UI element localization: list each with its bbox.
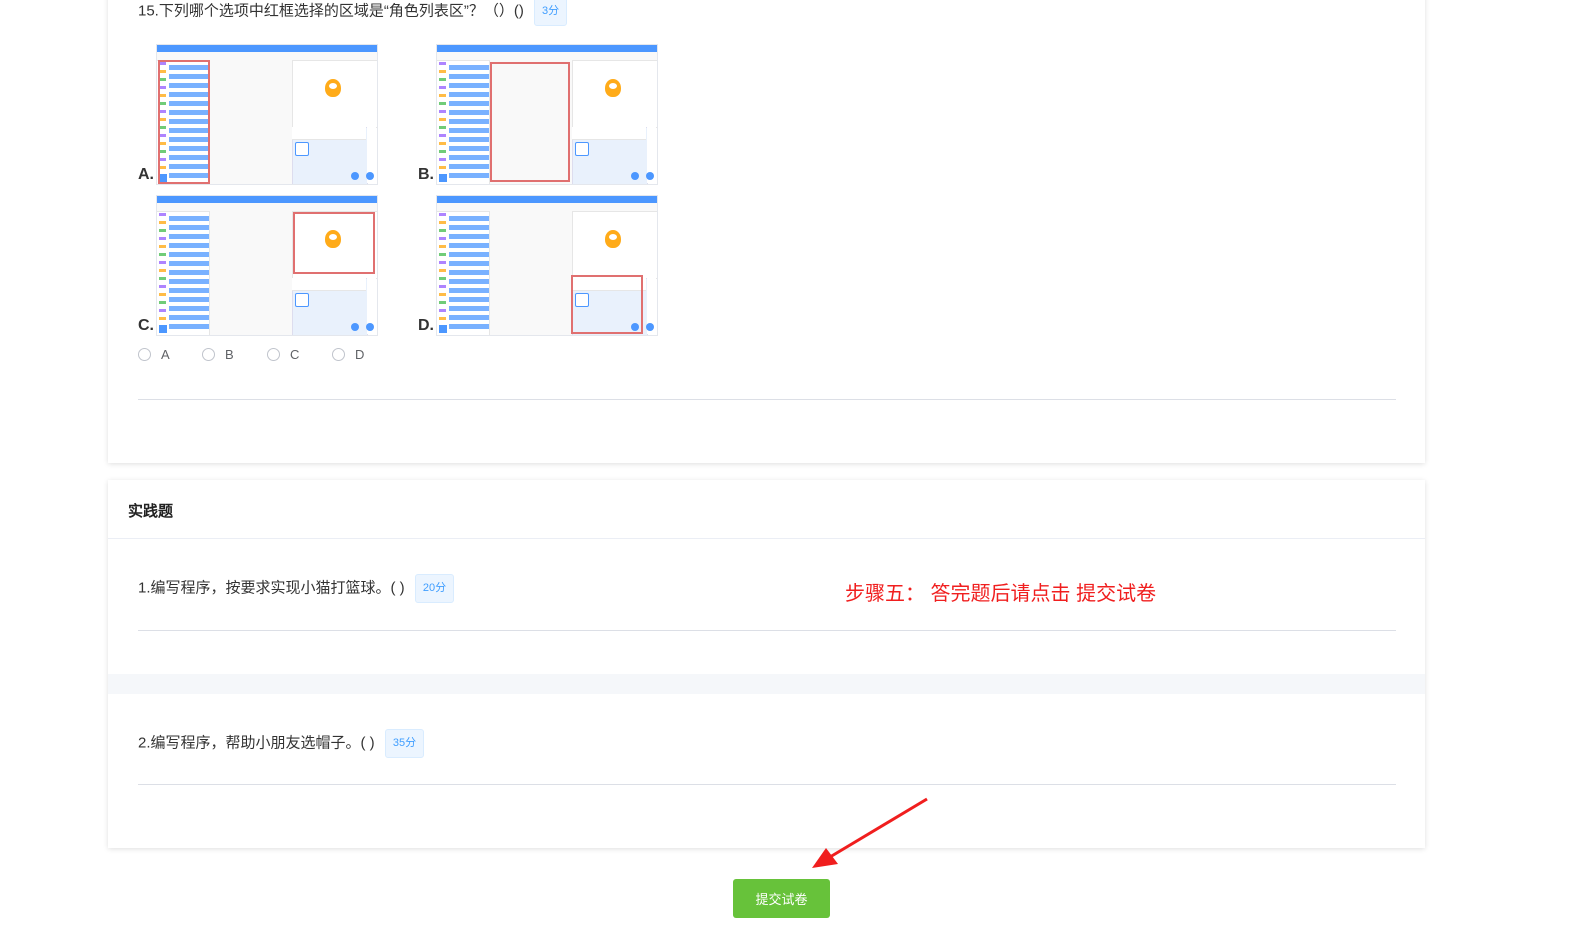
radio-option-d[interactable]: D — [332, 346, 364, 362]
option-a-label: A. — [138, 166, 154, 183]
score-badge: 3分 — [534, 0, 568, 26]
score-badge: 20分 — [414, 574, 455, 603]
divider — [138, 399, 1396, 400]
radio-option-a[interactable]: A — [138, 346, 170, 362]
option-d-label: D. — [418, 317, 434, 334]
radio-circle[interactable] — [332, 347, 345, 361]
radio-option-b[interactable]: B — [202, 346, 234, 362]
radio-circle[interactable] — [267, 347, 280, 361]
option-b-label: B. — [418, 166, 434, 183]
practice-question-1: 1.编写程序，按要求实现小猫打篮球。( ) 20分 — [138, 574, 455, 603]
section-title: 实践题 — [128, 503, 174, 520]
radio-circle[interactable] — [202, 347, 215, 361]
score-badge: 35分 — [384, 729, 425, 758]
practice-question-2: 2.编写程序，帮助小朋友选帽子。( ) 35分 — [138, 729, 425, 758]
option-c-image — [156, 195, 378, 336]
practice-section-card: 实践题 1.编写程序，按要求实现小猫打篮球。( ) 20分 2.编写程序，帮助小… — [108, 480, 1425, 848]
divider — [138, 630, 1396, 631]
question-15-title: 15.下列哪个选项中红框选择的区域是“角色列表区”？（）() 3分 — [138, 0, 568, 26]
question-15-card: 15.下列哪个选项中红框选择的区域是“角色列表区”？（）() 3分 A. B. … — [108, 0, 1425, 463]
divider — [138, 784, 1396, 785]
radio-circle[interactable] — [138, 347, 151, 361]
instruction-annotation: 步骤五： 答完题后请点击 提交试卷 — [845, 583, 1157, 605]
option-b-image — [436, 44, 658, 185]
section-divider — [108, 538, 1425, 539]
option-c-label: C. — [138, 317, 154, 334]
submit-exam-button[interactable]: 提交试卷 — [733, 879, 830, 918]
radio-option-c[interactable]: C — [267, 346, 299, 362]
question-separator — [108, 674, 1425, 694]
option-d-image — [436, 195, 658, 336]
option-a-image — [156, 44, 378, 185]
